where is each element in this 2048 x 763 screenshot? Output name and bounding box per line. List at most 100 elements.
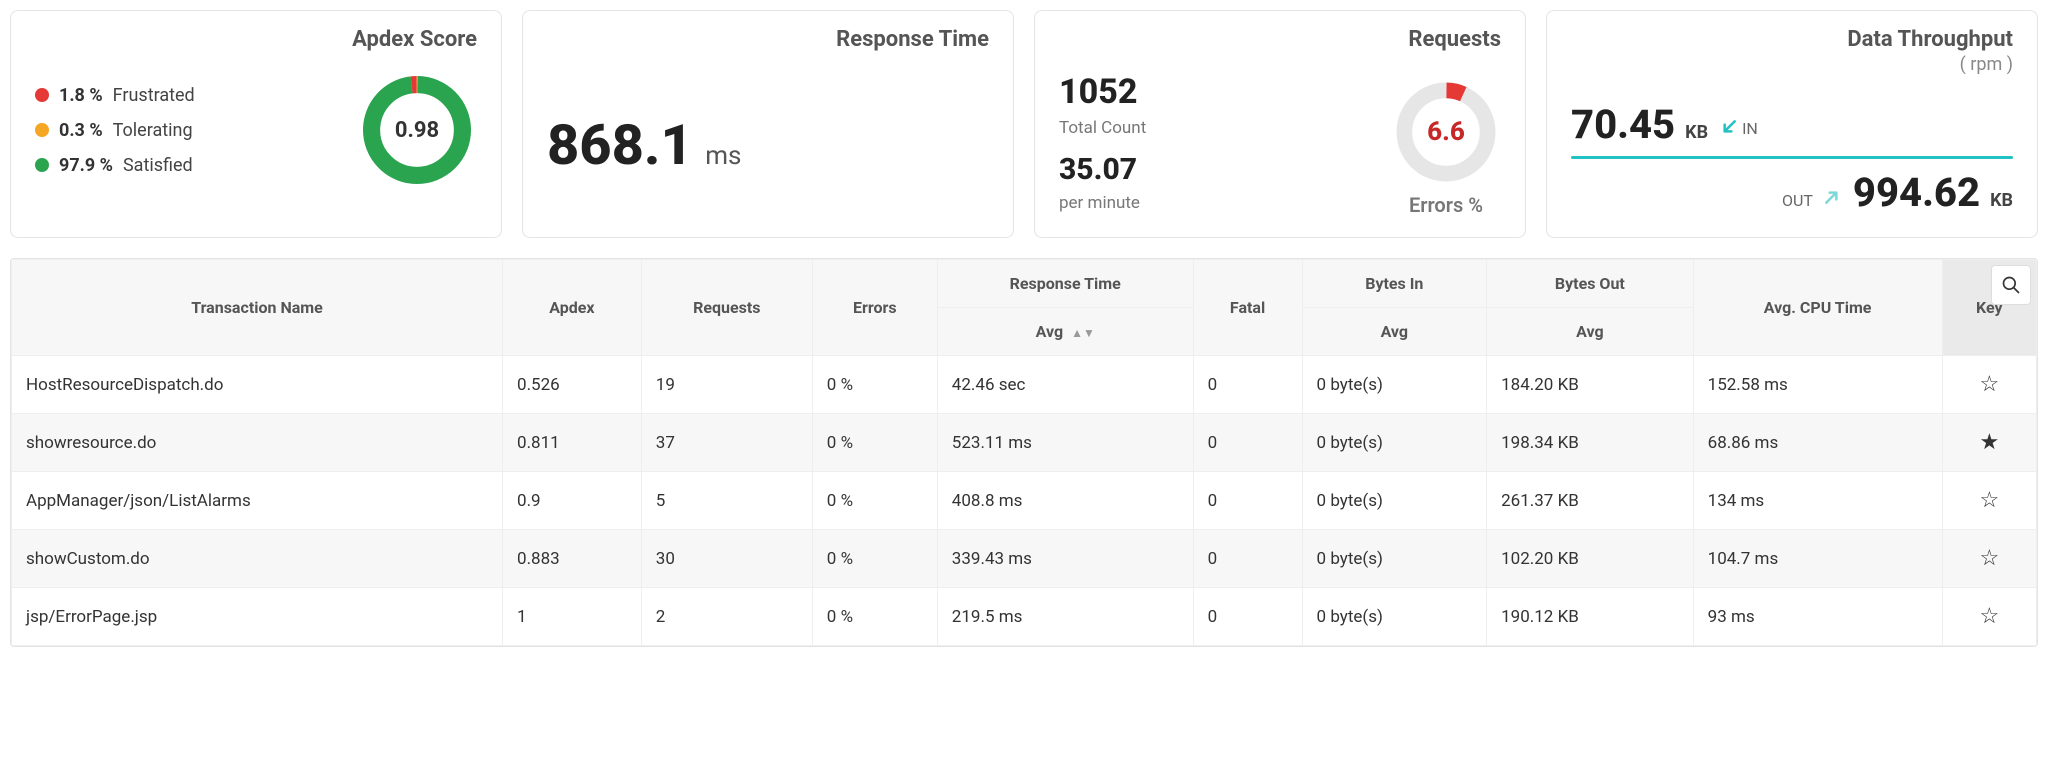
key-cell: ☆ xyxy=(1942,588,2036,646)
table-cell: 93 ms xyxy=(1693,588,1942,646)
table-row[interactable]: HostResourceDispatch.do0.526190 %42.46 s… xyxy=(12,356,2037,414)
table-cell: 184.20 KB xyxy=(1487,356,1694,414)
key-cell: ★ xyxy=(1942,414,2036,472)
requests-total: 1052 xyxy=(1059,72,1146,112)
table-cell: 0 % xyxy=(812,356,937,414)
col-requests[interactable]: Requests xyxy=(641,260,812,356)
table-cell: 0 % xyxy=(812,530,937,588)
requests-total-label: Total Count xyxy=(1059,118,1146,138)
table-cell: 0 xyxy=(1193,588,1302,646)
apdex-legend: 1.8 % Frustrated 0.3 % Tolerating 97.9 %… xyxy=(35,85,195,176)
col-errors[interactable]: Errors xyxy=(812,260,937,356)
apdex-score-value: 0.98 xyxy=(357,70,477,190)
table-cell: 0 byte(s) xyxy=(1302,472,1487,530)
key-cell: ☆ xyxy=(1942,356,2036,414)
transactions-table-wrap: Transaction Name Apdex Requests Errors R… xyxy=(10,258,2038,647)
table-cell: 0 xyxy=(1193,356,1302,414)
table-cell: 198.34 KB xyxy=(1487,414,1694,472)
throughput-out-unit: KB xyxy=(1990,190,2013,211)
throughput-card: Data Throughput ( rpm ) 70.45 KB IN OUT xyxy=(1546,10,2038,238)
table-cell: 0.883 xyxy=(503,530,642,588)
throughput-in-unit: KB xyxy=(1685,122,1708,143)
arrow-out-icon xyxy=(1823,186,1843,206)
col-response-time[interactable]: Response Time xyxy=(937,260,1193,308)
legend-pct: 97.9 % xyxy=(59,155,113,176)
throughput-out-value: 994.62 xyxy=(1853,169,1980,216)
throughput-subtitle: ( rpm ) xyxy=(1571,54,2013,75)
star-icon[interactable]: ☆ xyxy=(1979,488,1999,513)
requests-permin-label: per minute xyxy=(1059,193,1146,213)
table-cell: 0.526 xyxy=(503,356,642,414)
table-cell: 134 ms xyxy=(1693,472,1942,530)
requests-card: Requests 1052 Total Count 35.07 per minu… xyxy=(1034,10,1526,238)
table-cell: 152.58 ms xyxy=(1693,356,1942,414)
apdex-donut: 0.98 xyxy=(357,70,477,190)
col-cpu[interactable]: Avg. CPU Time xyxy=(1693,260,1942,356)
table-cell: 0 byte(s) xyxy=(1302,356,1487,414)
table-row[interactable]: showresource.do0.811370 %523.11 ms00 byt… xyxy=(12,414,2037,472)
throughput-divider xyxy=(1571,156,2013,159)
table-cell: 190.12 KB xyxy=(1487,588,1694,646)
requests-title: Requests xyxy=(1059,27,1501,52)
col-bytes-in[interactable]: Bytes In xyxy=(1302,260,1487,308)
table-cell: showresource.do xyxy=(12,414,503,472)
legend-label: Satisfied xyxy=(123,155,193,176)
legend-pct: 0.3 % xyxy=(59,120,103,141)
table-cell: 5 xyxy=(641,472,812,530)
table-cell: 0.9 xyxy=(503,472,642,530)
table-cell: HostResourceDispatch.do xyxy=(12,356,503,414)
table-row[interactable]: AppManager/json/ListAlarms0.950 %408.8 m… xyxy=(12,472,2037,530)
arrow-in-icon xyxy=(1718,118,1738,138)
dot-icon xyxy=(35,123,49,137)
sort-icon: ▲▼ xyxy=(1071,326,1095,340)
table-cell: 0 xyxy=(1193,414,1302,472)
star-icon[interactable]: ☆ xyxy=(1979,546,1999,571)
table-cell: 0.811 xyxy=(503,414,642,472)
legend-frustrated: 1.8 % Frustrated xyxy=(35,85,195,106)
table-cell: 2 xyxy=(641,588,812,646)
table-cell: 339.43 ms xyxy=(937,530,1193,588)
apdex-title: Apdex Score xyxy=(35,27,477,52)
transactions-table: Transaction Name Apdex Requests Errors R… xyxy=(11,259,2037,646)
table-cell: 0 % xyxy=(812,414,937,472)
star-icon[interactable]: ★ xyxy=(1979,430,1999,455)
col-bytes-out[interactable]: Bytes Out xyxy=(1487,260,1694,308)
table-cell: 0 % xyxy=(812,472,937,530)
legend-tolerating: 0.3 % Tolerating xyxy=(35,120,195,141)
table-cell: 219.5 ms xyxy=(937,588,1193,646)
legend-pct: 1.8 % xyxy=(59,85,103,106)
col-transaction[interactable]: Transaction Name xyxy=(12,260,503,356)
apdex-card: Apdex Score 1.8 % Frustrated 0.3 % Toler… xyxy=(10,10,502,238)
dot-icon xyxy=(35,88,49,102)
table-row[interactable]: showCustom.do0.883300 %339.43 ms00 byte(… xyxy=(12,530,2037,588)
throughput-out-label: OUT xyxy=(1782,191,1813,210)
star-icon[interactable]: ☆ xyxy=(1979,372,1999,397)
response-time-title: Response Time xyxy=(547,27,989,52)
legend-satisfied: 97.9 % Satisfied xyxy=(35,155,195,176)
table-cell: AppManager/json/ListAlarms xyxy=(12,472,503,530)
table-cell: 0 xyxy=(1193,530,1302,588)
col-response-avg[interactable]: Avg ▲▼ xyxy=(937,308,1193,356)
key-cell: ☆ xyxy=(1942,530,2036,588)
table-cell: 19 xyxy=(641,356,812,414)
star-icon[interactable]: ☆ xyxy=(1979,604,1999,629)
legend-label: Tolerating xyxy=(113,120,193,141)
key-cell: ☆ xyxy=(1942,472,2036,530)
requests-permin: 35.07 xyxy=(1059,152,1146,187)
col-response-avg-label: Avg xyxy=(1036,322,1064,341)
table-cell: 30 xyxy=(641,530,812,588)
throughput-in-label: IN xyxy=(1742,119,1758,138)
table-cell: 68.86 ms xyxy=(1693,414,1942,472)
col-fatal[interactable]: Fatal xyxy=(1193,260,1302,356)
col-bytes-in-avg[interactable]: Avg xyxy=(1302,308,1487,356)
table-cell: showCustom.do xyxy=(12,530,503,588)
table-cell: 0 byte(s) xyxy=(1302,414,1487,472)
table-row[interactable]: jsp/ErrorPage.jsp120 %219.5 ms00 byte(s)… xyxy=(12,588,2037,646)
search-button[interactable] xyxy=(1991,265,2031,305)
col-apdex[interactable]: Apdex xyxy=(503,260,642,356)
errors-donut: 6.6 xyxy=(1391,77,1501,187)
legend-label: Frustrated xyxy=(113,85,195,106)
table-cell: 408.8 ms xyxy=(937,472,1193,530)
response-time-unit: ms xyxy=(705,141,741,171)
col-bytes-out-avg[interactable]: Avg xyxy=(1487,308,1694,356)
